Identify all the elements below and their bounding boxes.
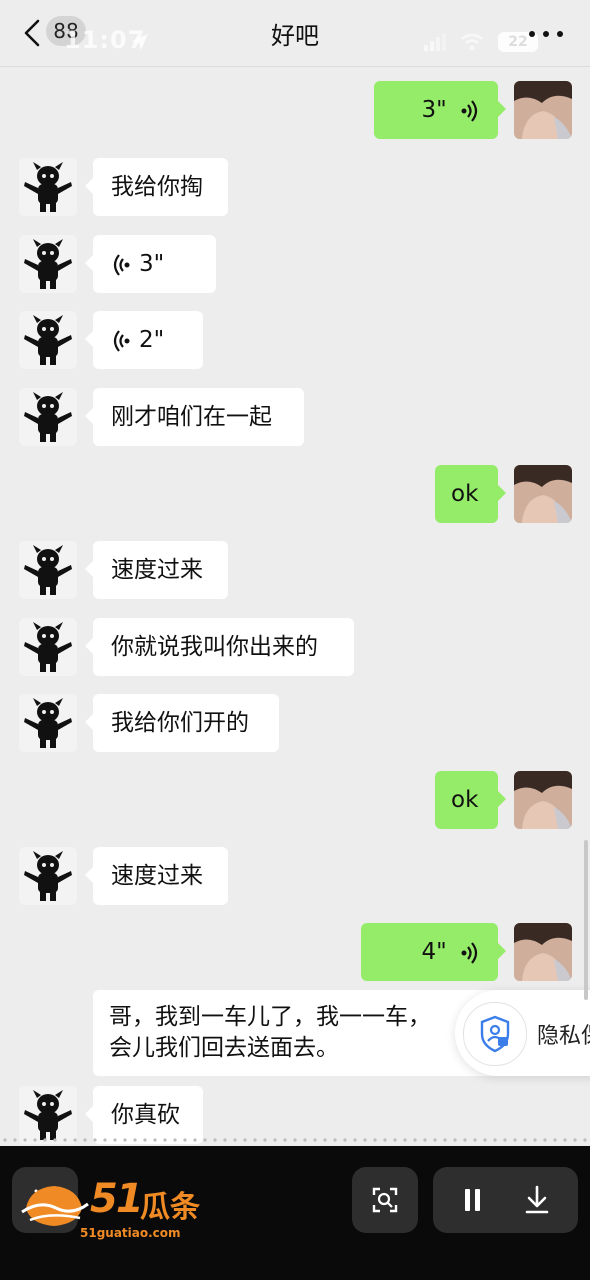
more-options-icon[interactable] xyxy=(526,28,566,40)
chat-title: 好吧 xyxy=(271,22,319,50)
pause-icon xyxy=(465,1189,480,1211)
privacy-shield-icon xyxy=(463,1002,527,1066)
voice-wave-icon xyxy=(461,99,478,122)
voice-duration: 3" xyxy=(139,251,165,277)
scan-icon xyxy=(372,1187,398,1213)
contact-avatar[interactable] xyxy=(19,311,77,369)
message-row: 我给你掏 xyxy=(0,158,590,216)
voice-wave-icon xyxy=(461,941,478,964)
voice-message-bubble[interactable]: 3" xyxy=(85,235,216,293)
text-message-bubble[interactable]: 我给你们开的 xyxy=(85,694,279,752)
download-icon xyxy=(525,1185,549,1214)
message-row: 我给你们开的 xyxy=(0,694,590,752)
text-message-bubble[interactable]: 哥，我到一车儿了，我一一车， 会儿我们回去送面去。 xyxy=(93,990,513,1076)
watermark-logo: 51 瓜条 51guatiao.com xyxy=(20,1176,210,1242)
my-avatar[interactable] xyxy=(514,81,572,139)
top-bar: 88 11:07 22 好吧 xyxy=(0,0,590,67)
voice-duration: 4" xyxy=(421,939,447,965)
text-message-bubble[interactable]: ok xyxy=(435,465,506,523)
text-message-bubble[interactable]: 速度过来 xyxy=(85,541,228,599)
contact-avatar[interactable] xyxy=(19,158,77,216)
watermark-number: 51 xyxy=(90,1176,144,1222)
pause-button[interactable] xyxy=(433,1167,505,1233)
message-row: 速度过来 xyxy=(0,541,590,599)
message-row: 你就说我叫你出来的 xyxy=(0,618,590,676)
privacy-label: 隐私保 xyxy=(537,1024,590,1049)
text-message-bubble[interactable]: 刚才咱们在一起 xyxy=(85,388,304,446)
voice-duration: 3" xyxy=(421,97,447,123)
contact-avatar[interactable] xyxy=(19,694,77,752)
message-row: ok xyxy=(0,771,590,829)
message-row: ok xyxy=(0,465,590,523)
message-row: 3" xyxy=(0,235,590,293)
voice-message-bubble[interactable]: 4" xyxy=(361,923,506,981)
message-row: 速度过来 xyxy=(0,847,590,905)
contact-avatar[interactable] xyxy=(19,618,77,676)
message-line: 会儿我们回去送面去。 xyxy=(109,1035,339,1061)
progress-dots xyxy=(0,1136,590,1144)
my-avatar[interactable] xyxy=(514,771,572,829)
message-row: 3" xyxy=(0,81,590,139)
watermark-url: 51guatiao.com xyxy=(80,1226,181,1240)
voice-duration: 2" xyxy=(139,327,165,353)
text-message-bubble[interactable]: ok xyxy=(435,771,506,829)
contact-avatar[interactable] xyxy=(19,541,77,599)
message-row: 4" xyxy=(0,923,590,981)
text-message-bubble[interactable]: 你就说我叫你出来的 xyxy=(85,618,354,676)
playback-controls xyxy=(433,1167,578,1233)
message-line: 哥，我到一车儿了，我一一车， xyxy=(109,1004,431,1030)
text-message-bubble[interactable]: 我给你掏 xyxy=(85,158,228,216)
contact-avatar[interactable] xyxy=(19,388,77,446)
message-row: 刚才咱们在一起 xyxy=(0,388,590,446)
voice-wave-icon xyxy=(113,329,130,352)
privacy-protection-pill[interactable]: 隐私保 xyxy=(455,990,590,1076)
my-avatar[interactable] xyxy=(514,923,572,981)
download-button[interactable] xyxy=(505,1167,577,1233)
scrollbar[interactable] xyxy=(584,840,588,1000)
text-message-bubble[interactable]: 速度过来 xyxy=(85,847,228,905)
contact-avatar[interactable] xyxy=(19,847,77,905)
scan-button[interactable] xyxy=(352,1167,418,1233)
watermark-name: 瓜条 xyxy=(140,1190,200,1225)
my-avatar[interactable] xyxy=(514,465,572,523)
contact-avatar[interactable] xyxy=(19,235,77,293)
message-row: 2" xyxy=(0,311,590,369)
voice-message-bubble[interactable]: 3" xyxy=(374,81,506,139)
voice-message-bubble[interactable]: 2" xyxy=(85,311,203,369)
voice-wave-icon xyxy=(113,253,130,276)
